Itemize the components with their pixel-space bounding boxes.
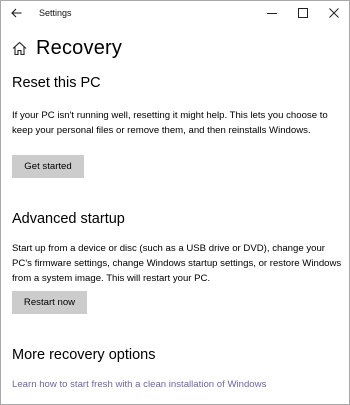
window-controls [256, 1, 349, 25]
minimize-button[interactable] [256, 1, 287, 25]
reset-pc-description: If your PC isn't running well, resetting… [12, 110, 328, 136]
more-recovery-heading: More recovery options [12, 347, 156, 363]
maximize-button[interactable] [287, 1, 318, 25]
window-title: Settings [39, 8, 72, 18]
advanced-startup-heading: Advanced startup [12, 211, 125, 227]
settings-window: Settings Recovery Reset this PC If your … [0, 0, 350, 405]
reset-pc-heading: Reset this PC [12, 75, 101, 91]
close-icon [328, 8, 339, 18]
maximize-icon [297, 8, 308, 18]
page-title: Recovery [36, 37, 123, 59]
minimize-icon [266, 13, 277, 14]
page-header: Recovery [12, 37, 122, 60]
close-button[interactable] [318, 1, 349, 25]
home-icon[interactable] [12, 41, 28, 57]
arrow-left-icon [10, 8, 21, 18]
get-started-button[interactable]: Get started [12, 155, 84, 178]
advanced-startup-description: Start up from a device or disc (such as … [12, 243, 342, 284]
title-bar: Settings [1, 1, 349, 25]
clean-install-link[interactable]: Learn how to start fresh with a clean in… [12, 379, 266, 390]
restart-now-button[interactable]: Restart now [12, 291, 87, 314]
back-button[interactable] [1, 1, 31, 25]
